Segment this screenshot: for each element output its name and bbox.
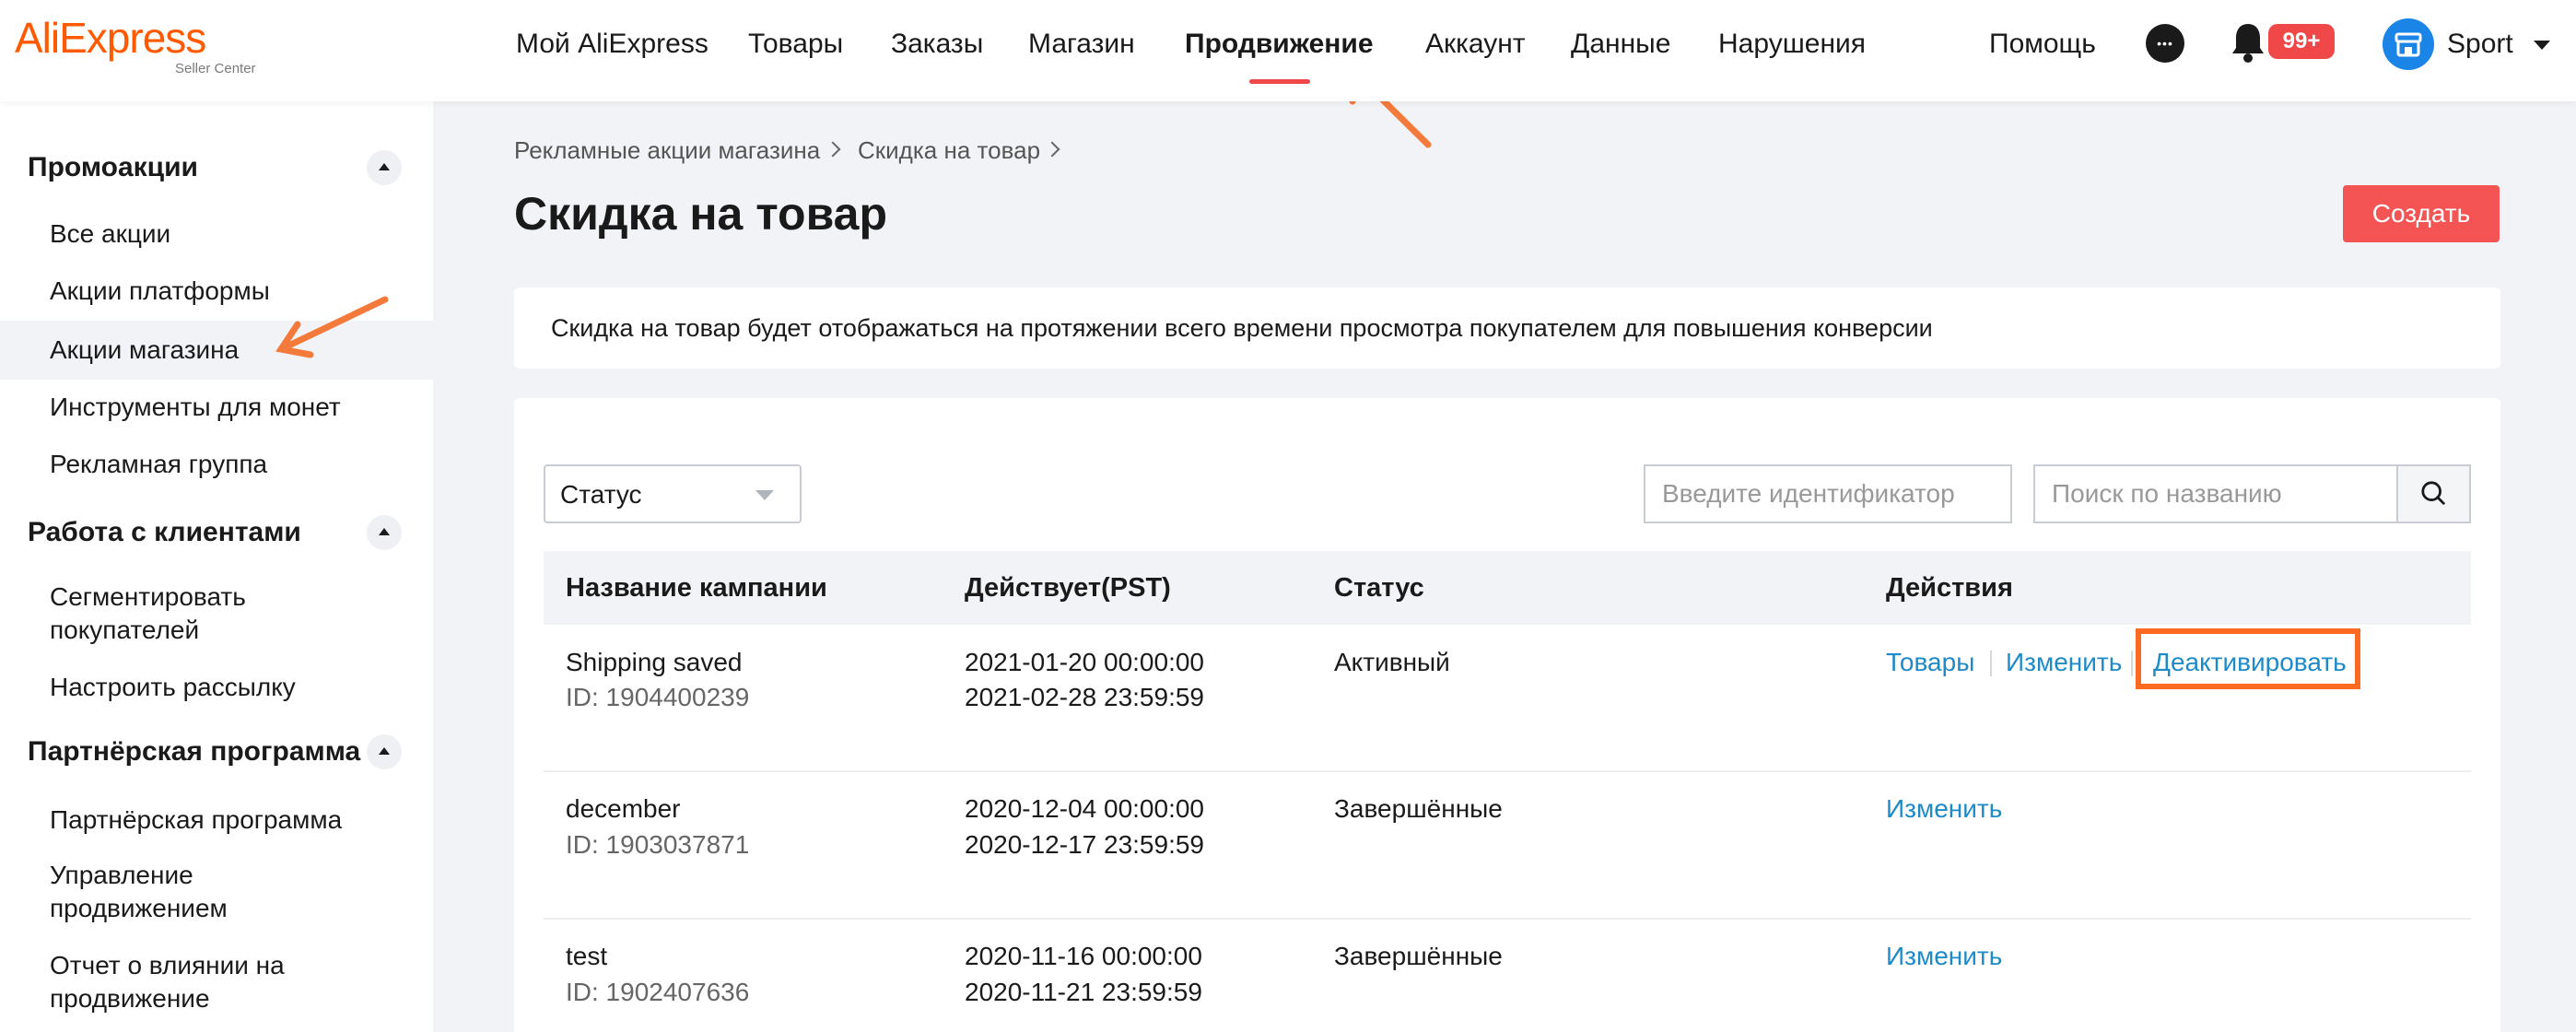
action-divider xyxy=(1990,651,1992,676)
breadcrumb-store-promotions[interactable]: Рекламные акции магазина xyxy=(514,135,820,166)
campaign-name: december xyxy=(566,794,681,823)
column-header-name: Название кампании xyxy=(566,573,827,603)
status-text: Активный xyxy=(1334,648,1450,676)
sidebar-item-promotion-management[interactable]: Управление продвижением xyxy=(0,859,295,925)
sidebar-item-ad-group[interactable]: Рекламная группа xyxy=(0,448,433,481)
info-notice: Скидка на товар будет отображаться на пр… xyxy=(514,287,2500,369)
period-start: 2020-11-16 00:00:00 xyxy=(965,942,1202,970)
help-link[interactable]: Помощь xyxy=(1989,26,2096,63)
campaign-id: ID: 1903037871 xyxy=(566,830,750,859)
campaign-name: test xyxy=(566,942,608,970)
edit-link[interactable]: Изменить xyxy=(2006,645,2122,680)
period-end: 2021-02-28 23:59:59 xyxy=(965,683,1204,711)
sidebar-item-affiliate-program[interactable]: Партнёрская программа xyxy=(0,803,433,837)
sidebar-item-label: Отчет о влиянии на продвижение xyxy=(50,951,285,1013)
nav-promotion[interactable]: Продвижение xyxy=(1185,26,1374,63)
collapse-icon[interactable] xyxy=(367,515,402,550)
sidebar-item-label: Акции магазина xyxy=(50,335,240,364)
store-name[interactable]: Sport xyxy=(2447,26,2513,63)
chevron-down-icon xyxy=(755,490,774,500)
status-text: Завершённые xyxy=(1334,794,1503,823)
sidebar-item-label: Рекламная группа xyxy=(50,450,268,478)
aliexpress-logo[interactable]: AliExpress Seller Center xyxy=(15,13,256,77)
sidebar-item-label: Акции платформы xyxy=(50,276,270,305)
column-header-actions: Действия xyxy=(1886,573,2013,603)
campaign-name: Shipping saved xyxy=(566,648,743,676)
products-link[interactable]: Товары xyxy=(1886,645,1974,680)
sidebar-item-promotion-impact-report[interactable]: Отчет о влиянии на продвижение xyxy=(0,949,341,1015)
campaign-id: ID: 1904400239 xyxy=(566,683,750,711)
collapse-icon[interactable] xyxy=(367,150,402,185)
sidebar-item-label: Партнёрская программа xyxy=(50,805,343,834)
period-start: 2020-12-04 00:00:00 xyxy=(965,794,1204,823)
store-icon[interactable] xyxy=(2383,18,2434,70)
nav-products[interactable]: Товары xyxy=(748,26,843,63)
breadcrumb-separator-icon xyxy=(1044,141,1060,158)
id-search-input[interactable]: Введите идентификатор xyxy=(1644,464,2012,523)
sidebar-item-label: Инструменты для монет xyxy=(50,393,341,421)
sidebar-item-mailing[interactable]: Настроить рассылку xyxy=(0,671,433,704)
row-divider xyxy=(544,918,2471,920)
sidebar-item-label: Сегментировать покупателей xyxy=(50,582,246,644)
edit-link[interactable]: Изменить xyxy=(1886,792,2002,827)
sidebar-item-coin-tools[interactable]: Инструменты для монет xyxy=(0,391,433,424)
sidebar-item-label: Настроить рассылку xyxy=(50,673,296,701)
campaign-id: ID: 1902407636 xyxy=(566,978,750,1006)
nav-violations[interactable]: Нарушения xyxy=(1718,26,1866,63)
sidebar-group-promotions[interactable]: Промоакции xyxy=(28,149,198,186)
period-start: 2021-01-20 00:00:00 xyxy=(965,648,1204,676)
nav-data[interactable]: Данные xyxy=(1571,26,1670,63)
table-header xyxy=(544,551,2471,625)
search-icon xyxy=(2421,481,2445,505)
sidebar-item-platform-promotions[interactable]: Акции платформы xyxy=(0,275,433,308)
active-nav-indicator xyxy=(1249,79,1310,84)
chevron-down-icon[interactable] xyxy=(2534,41,2550,50)
breadcrumb-product-discount[interactable]: Скидка на товар xyxy=(858,135,1040,166)
bell-icon[interactable] xyxy=(2230,20,2266,64)
status-filter-value: Статус xyxy=(560,480,642,509)
create-button[interactable]: Создать xyxy=(2343,185,2500,242)
nav-account[interactable]: Аккаунт xyxy=(1425,26,1526,63)
logo-text: AliExpress xyxy=(15,14,206,62)
period-end: 2020-12-17 23:59:59 xyxy=(965,830,1204,859)
search-button[interactable] xyxy=(2397,464,2471,523)
edit-link[interactable]: Изменить xyxy=(1886,939,2002,974)
name-search-input[interactable]: Поиск по названию xyxy=(2033,464,2398,523)
sidebar: Промоакции Все акции Акции платформы Акц… xyxy=(0,101,433,1032)
nav-my-aliexpress[interactable]: Мой AliExpress xyxy=(516,26,708,63)
logo-subtext: Seller Center xyxy=(175,61,256,76)
status-text: Завершённые xyxy=(1334,942,1503,970)
sidebar-group-customers[interactable]: Работа с клиентами xyxy=(28,514,301,551)
highlight-box xyxy=(2136,628,2360,689)
sidebar-item-label: Управление продвижением xyxy=(50,861,228,922)
period-end: 2020-11-21 23:59:59 xyxy=(965,978,1202,1006)
sidebar-item-all-promotions[interactable]: Все акции xyxy=(0,217,433,251)
sidebar-group-affiliate[interactable]: Партнёрская программа xyxy=(28,733,360,770)
row-divider xyxy=(544,770,2471,772)
sidebar-item-segment-buyers[interactable]: Сегментировать покупателей xyxy=(0,580,304,647)
nav-store[interactable]: Магазин xyxy=(1028,26,1135,63)
column-header-period: Действует(PST) xyxy=(965,573,1171,603)
sidebar-item-label: Все акции xyxy=(50,219,171,248)
top-navigation-bar: AliExpress Seller Center Мой AliExpress … xyxy=(0,0,2576,101)
notifications-badge: 99+ xyxy=(2268,24,2335,59)
sidebar-item-store-promotions[interactable]: Акции магазина xyxy=(0,321,433,380)
collapse-icon[interactable] xyxy=(367,734,402,769)
nav-orders[interactable]: Заказы xyxy=(891,26,983,63)
chat-bubble-icon[interactable]: ••• xyxy=(2146,24,2184,63)
page-title: Скидка на товар xyxy=(514,188,888,240)
breadcrumb-separator-icon xyxy=(825,141,841,158)
column-header-status: Статус xyxy=(1334,573,1424,603)
action-divider xyxy=(2131,651,2133,676)
status-filter-select[interactable]: Статус xyxy=(544,464,802,523)
